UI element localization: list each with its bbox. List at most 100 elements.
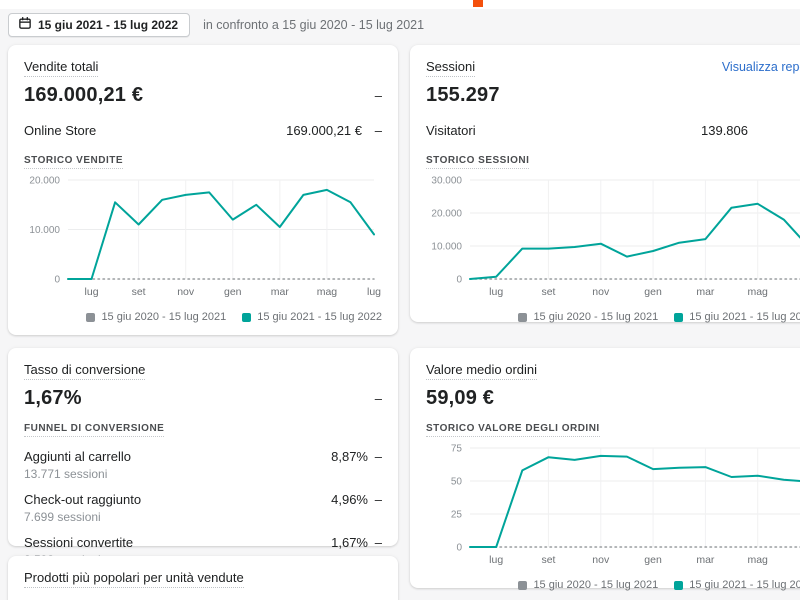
card-title-conversion: Tasso di conversione [24, 362, 145, 380]
card-average-order-value: Valore medio ordini 59,09 € Storico valo… [410, 348, 800, 588]
header-bar: 15 giu 2021 - 15 lug 2022 in confronto a… [8, 14, 800, 36]
svg-text:gen: gen [644, 554, 662, 566]
funnel-delta: – [368, 535, 382, 550]
svg-text:set: set [541, 286, 555, 298]
conversion-value: 1,67% [24, 387, 82, 410]
section-heading-sessions-history: Storico sessioni [426, 155, 529, 169]
legend-item-current: 15 giu 2021 - 15 lug 2022 [674, 311, 800, 323]
funnel-row-checkout: Check-out raggiunto 7.699 sessioni 4,96%… [24, 492, 382, 524]
svg-text:30.000: 30.000 [431, 176, 462, 187]
svg-text:mar: mar [696, 554, 715, 566]
card-title-total-sales: Vendite totali [24, 59, 98, 77]
legend-item-previous: 15 giu 2020 - 15 lug 2021 [86, 311, 226, 323]
svg-text:mar: mar [271, 286, 290, 298]
svg-text:gen: gen [644, 286, 662, 298]
legend-swatch-previous [518, 581, 527, 590]
funnel-label: Aggiunti al carrello [24, 449, 131, 464]
funnel-value: 4,96% [331, 492, 368, 507]
legend-swatch-previous [86, 313, 95, 322]
funnel-sessions: 13.771 sessioni [24, 467, 331, 481]
svg-text:0: 0 [456, 275, 462, 286]
top-strip [0, 0, 800, 9]
metric-delta: – [368, 123, 382, 138]
sales-history-chart: 010.00020.000lugsetnovgenmarmaglug [24, 174, 382, 302]
svg-text:0: 0 [54, 275, 60, 286]
card-title-top-products: Prodotti più popolari per unità vendute [24, 570, 244, 588]
funnel-delta: – [368, 449, 382, 464]
svg-text:nov: nov [592, 286, 610, 298]
calendar-icon [19, 17, 31, 32]
svg-text:10.000: 10.000 [29, 225, 60, 236]
svg-text:mar: mar [696, 286, 715, 298]
legend-item-previous: 15 giu 2020 - 15 lug 2021 [518, 311, 658, 323]
section-heading-funnel: Funnel di conversione [24, 423, 164, 437]
aov-value: 59,09 € [426, 387, 494, 410]
legend-swatch-current [674, 313, 683, 322]
svg-text:75: 75 [451, 444, 463, 455]
legend-swatch-current [674, 581, 683, 590]
metric-value: 169.000,21 € [286, 123, 362, 138]
metric-row-online-store: Online Store 169.000,21 € – [24, 123, 382, 138]
card-total-sales: Vendite totali 169.000,21 € – Online Sto… [8, 45, 398, 335]
chart-legend: 15 giu 2020 - 15 lug 2021 15 giu 2021 - … [426, 311, 800, 323]
sessions-history-chart: 010.00020.00030.000lugsetnovgenmarmaglug [426, 174, 800, 302]
svg-text:0: 0 [456, 543, 462, 554]
view-report-link[interactable]: Visualizza report [722, 60, 800, 74]
date-range-label: 15 giu 2021 - 15 lug 2022 [38, 18, 178, 32]
svg-text:lug: lug [367, 286, 381, 298]
funnel-label: Sessioni convertite [24, 535, 133, 550]
svg-text:10.000: 10.000 [431, 242, 462, 253]
funnel-label: Check-out raggiunto [24, 492, 141, 507]
card-top-products: Prodotti più popolari per unità vendute … [8, 556, 398, 600]
funnel-row-add-to-cart: Aggiunti al carrello 13.771 sessioni 8,8… [24, 449, 382, 481]
metric-label: Online Store [24, 123, 286, 138]
section-heading-aov-history: Storico valore degli ordini [426, 423, 600, 437]
svg-text:mag: mag [747, 554, 768, 566]
funnel-value: 1,67% [331, 535, 368, 550]
comparison-label: in confronto a 15 giu 2020 - 15 lug 2021 [203, 18, 424, 32]
svg-text:20.000: 20.000 [431, 209, 462, 220]
svg-text:gen: gen [224, 286, 242, 298]
chart-legend: 15 giu 2020 - 15 lug 2021 15 giu 2021 - … [24, 311, 382, 323]
legend-label-current: 15 giu 2021 - 15 lug 2022 [257, 311, 382, 323]
aov-history-chart: 0255075lugsetnovgenmarmaglug [426, 442, 800, 570]
svg-text:mag: mag [747, 286, 768, 298]
svg-text:set: set [541, 554, 555, 566]
svg-text:lug: lug [489, 286, 503, 298]
total-sales-delta: – [368, 88, 382, 103]
section-heading-sales-history: Storico vendite [24, 155, 123, 169]
chart-legend: 15 giu 2020 - 15 lug 2021 15 giu 2021 - … [426, 579, 800, 591]
total-sales-value: 169.000,21 € [24, 84, 143, 107]
card-sessions: Sessioni Visualizza report 155.297 Visit… [410, 45, 800, 322]
funnel-delta: – [368, 492, 382, 507]
legend-label-previous: 15 giu 2020 - 15 lug 2021 [533, 579, 658, 591]
legend-item-previous: 15 giu 2020 - 15 lug 2021 [518, 579, 658, 591]
funnel-sessions: 7.699 sessioni [24, 510, 331, 524]
legend-swatch-current [242, 313, 251, 322]
svg-text:50: 50 [451, 477, 463, 488]
legend-swatch-previous [518, 313, 527, 322]
svg-text:lug: lug [489, 554, 503, 566]
card-title-sessions: Sessioni [426, 59, 475, 77]
funnel-value: 8,87% [331, 449, 368, 464]
metric-value: 139.806 [701, 123, 748, 138]
metric-row-visitors: Visitatori 139.806 [426, 123, 800, 138]
card-conversion-rate: Tasso di conversione 1,67% – Funnel di c… [8, 348, 398, 546]
svg-text:lug: lug [85, 286, 99, 298]
legend-label-current: 15 giu 2021 - 15 lug 2022 [689, 311, 800, 323]
metric-label: Visitatori [426, 123, 701, 138]
legend-label-current: 15 giu 2021 - 15 lug 2022 [689, 579, 800, 591]
date-range-button[interactable]: 15 giu 2021 - 15 lug 2022 [8, 13, 190, 37]
card-title-aov: Valore medio ordini [426, 362, 537, 380]
conversion-funnel-list: Aggiunti al carrello 13.771 sessioni 8,8… [24, 449, 382, 567]
progress-bar-fragment [473, 0, 483, 7]
svg-text:set: set [132, 286, 146, 298]
svg-text:nov: nov [177, 286, 195, 298]
conversion-delta: – [368, 391, 382, 406]
legend-label-previous: 15 giu 2020 - 15 lug 2021 [533, 311, 658, 323]
svg-text:mag: mag [317, 286, 338, 298]
legend-item-current: 15 giu 2021 - 15 lug 2022 [242, 311, 382, 323]
legend-label-previous: 15 giu 2020 - 15 lug 2021 [101, 311, 226, 323]
svg-text:nov: nov [592, 554, 610, 566]
svg-text:25: 25 [451, 510, 463, 521]
